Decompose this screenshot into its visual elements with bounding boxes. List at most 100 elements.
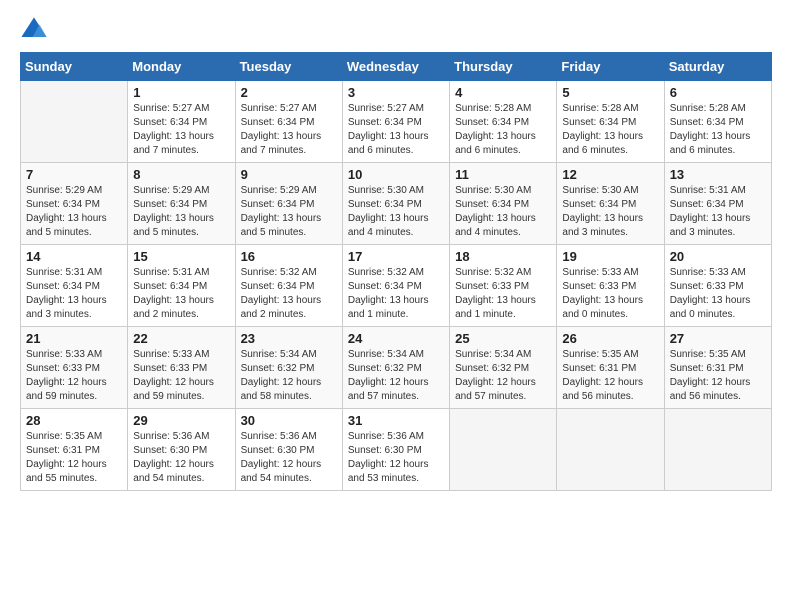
day-number: 31 — [348, 413, 444, 428]
calendar-cell: 12 Sunrise: 5:30 AMSunset: 6:34 PMDayligh… — [557, 163, 664, 245]
calendar-cell: 16 Sunrise: 5:32 AMSunset: 6:34 PMDayligh… — [235, 245, 342, 327]
calendar-cell: 30 Sunrise: 5:36 AMSunset: 6:30 PMDayligh… — [235, 409, 342, 491]
calendar-cell — [664, 409, 771, 491]
day-number: 25 — [455, 331, 551, 346]
day-info: Sunrise: 5:27 AMSunset: 6:34 PMDaylight:… — [348, 102, 444, 158]
calendar-week-row: 14 Sunrise: 5:31 AMSunset: 6:34 PMDayligh… — [21, 245, 772, 327]
day-info: Sunrise: 5:28 AMSunset: 6:34 PMDaylight:… — [670, 102, 766, 158]
day-info: Sunrise: 5:36 AMSunset: 6:30 PMDaylight:… — [348, 430, 444, 486]
day-number: 7 — [26, 167, 122, 182]
weekday-header-row: SundayMondayTuesdayWednesdayThursdayFrid… — [21, 53, 772, 81]
day-info: Sunrise: 5:36 AMSunset: 6:30 PMDaylight:… — [133, 430, 229, 486]
day-info: Sunrise: 5:28 AMSunset: 6:34 PMDaylight:… — [455, 102, 551, 158]
day-info: Sunrise: 5:34 AMSunset: 6:32 PMDaylight:… — [455, 348, 551, 404]
day-number: 13 — [670, 167, 766, 182]
calendar-cell: 22Sunrise: 5:33 AMSunset: 6:33 PMDayligh… — [128, 327, 235, 409]
calendar-cell: 5 Sunrise: 5:28 AMSunset: 6:34 PMDaylight… — [557, 81, 664, 163]
calendar-cell: 4Sunrise: 5:28 AMSunset: 6:34 PMDaylight… — [450, 81, 557, 163]
day-info: Sunrise: 5:32 AMSunset: 6:34 PMDaylight:… — [241, 266, 337, 322]
day-number: 17 — [348, 249, 444, 264]
day-number: 14 — [26, 249, 122, 264]
day-info: Sunrise: 5:33 AMSunset: 6:33 PMDaylight:… — [26, 348, 122, 404]
day-info: Sunrise: 5:29 AMSunset: 6:34 PMDaylight:… — [133, 184, 229, 240]
day-number: 1 — [133, 85, 229, 100]
day-info: Sunrise: 5:29 AMSunset: 6:34 PMDaylight:… — [241, 184, 337, 240]
day-number: 10 — [348, 167, 444, 182]
calendar-cell: 19 Sunrise: 5:33 AMSunset: 6:33 PMDayligh… — [557, 245, 664, 327]
day-number: 8 — [133, 167, 229, 182]
day-info: Sunrise: 5:33 AMSunset: 6:33 PMDaylight:… — [133, 348, 229, 404]
calendar-cell: 6 Sunrise: 5:28 AMSunset: 6:34 PMDaylight… — [664, 81, 771, 163]
calendar-cell: 11 Sunrise: 5:30 AMSunset: 6:34 PMDayligh… — [450, 163, 557, 245]
weekday-header-thursday: Thursday — [450, 53, 557, 81]
day-info: Sunrise: 5:32 AMSunset: 6:34 PMDaylight:… — [348, 266, 444, 322]
day-number: 11 — [455, 167, 551, 182]
day-number: 9 — [241, 167, 337, 182]
day-info: Sunrise: 5:31 AMSunset: 6:34 PMDaylight:… — [670, 184, 766, 240]
weekday-header-wednesday: Wednesday — [342, 53, 449, 81]
day-info: Sunrise: 5:28 AMSunset: 6:34 PMDaylight:… — [562, 102, 658, 158]
calendar-cell: 3 Sunrise: 5:27 AMSunset: 6:34 PMDaylight… — [342, 81, 449, 163]
day-info: Sunrise: 5:35 AMSunset: 6:31 PMDaylight:… — [26, 430, 122, 486]
day-info: Sunrise: 5:36 AMSunset: 6:30 PMDaylight:… — [241, 430, 337, 486]
calendar-week-row: 21 Sunrise: 5:33 AMSunset: 6:33 PMDayligh… — [21, 327, 772, 409]
day-number: 30 — [241, 413, 337, 428]
day-number: 18 — [455, 249, 551, 264]
calendar-cell: 26 Sunrise: 5:35 AMSunset: 6:31 PMDayligh… — [557, 327, 664, 409]
day-info: Sunrise: 5:34 AMSunset: 6:32 PMDaylight:… — [241, 348, 337, 404]
day-number: 19 — [562, 249, 658, 264]
day-info: Sunrise: 5:35 AMSunset: 6:31 PMDaylight:… — [562, 348, 658, 404]
calendar-cell: 27 Sunrise: 5:35 AMSunset: 6:31 PMDayligh… — [664, 327, 771, 409]
calendar-week-row: 28Sunrise: 5:35 AMSunset: 6:31 PMDayligh… — [21, 409, 772, 491]
day-number: 26 — [562, 331, 658, 346]
calendar-cell: 25 Sunrise: 5:34 AMSunset: 6:32 PMDayligh… — [450, 327, 557, 409]
calendar-cell — [21, 81, 128, 163]
day-number: 3 — [348, 85, 444, 100]
calendar-cell — [557, 409, 664, 491]
weekday-header-saturday: Saturday — [664, 53, 771, 81]
calendar-week-row: 7 Sunrise: 5:29 AMSunset: 6:34 PMDaylight… — [21, 163, 772, 245]
day-info: Sunrise: 5:31 AMSunset: 6:34 PMDaylight:… — [26, 266, 122, 322]
day-number: 6 — [670, 85, 766, 100]
header — [20, 16, 772, 44]
weekday-header-friday: Friday — [557, 53, 664, 81]
day-number: 5 — [562, 85, 658, 100]
day-info: Sunrise: 5:29 AMSunset: 6:34 PMDaylight:… — [26, 184, 122, 240]
day-info: Sunrise: 5:27 AMSunset: 6:34 PMDaylight:… — [241, 102, 337, 158]
day-number: 24 — [348, 331, 444, 346]
calendar-cell: 7 Sunrise: 5:29 AMSunset: 6:34 PMDaylight… — [21, 163, 128, 245]
day-number: 2 — [241, 85, 337, 100]
calendar-cell: 29 Sunrise: 5:36 AMSunset: 6:30 PMDayligh… — [128, 409, 235, 491]
logo-icon — [20, 16, 48, 44]
day-info: Sunrise: 5:30 AMSunset: 6:34 PMDaylight:… — [455, 184, 551, 240]
calendar-cell: 18Sunrise: 5:32 AMSunset: 6:33 PMDayligh… — [450, 245, 557, 327]
calendar-cell — [450, 409, 557, 491]
calendar-cell: 20Sunrise: 5:33 AMSunset: 6:33 PMDayligh… — [664, 245, 771, 327]
calendar-cell: 31 Sunrise: 5:36 AMSunset: 6:30 PMDayligh… — [342, 409, 449, 491]
weekday-header-sunday: Sunday — [21, 53, 128, 81]
day-info: Sunrise: 5:35 AMSunset: 6:31 PMDaylight:… — [670, 348, 766, 404]
day-number: 27 — [670, 331, 766, 346]
calendar-cell: 21 Sunrise: 5:33 AMSunset: 6:33 PMDayligh… — [21, 327, 128, 409]
calendar-cell: 14 Sunrise: 5:31 AMSunset: 6:34 PMDayligh… — [21, 245, 128, 327]
day-info: Sunrise: 5:34 AMSunset: 6:32 PMDaylight:… — [348, 348, 444, 404]
calendar-cell: 1 Sunrise: 5:27 AMSunset: 6:34 PMDaylight… — [128, 81, 235, 163]
calendar-cell: 24 Sunrise: 5:34 AMSunset: 6:32 PMDayligh… — [342, 327, 449, 409]
day-info: Sunrise: 5:27 AMSunset: 6:34 PMDaylight:… — [133, 102, 229, 158]
day-number: 21 — [26, 331, 122, 346]
day-number: 12 — [562, 167, 658, 182]
calendar-cell: 8 Sunrise: 5:29 AMSunset: 6:34 PMDaylight… — [128, 163, 235, 245]
day-info: Sunrise: 5:30 AMSunset: 6:34 PMDaylight:… — [348, 184, 444, 240]
day-info: Sunrise: 5:33 AMSunset: 6:33 PMDaylight:… — [562, 266, 658, 322]
calendar-table: SundayMondayTuesdayWednesdayThursdayFrid… — [20, 52, 772, 491]
calendar-cell: 28Sunrise: 5:35 AMSunset: 6:31 PMDayligh… — [21, 409, 128, 491]
calendar-cell: 17 Sunrise: 5:32 AMSunset: 6:34 PMDayligh… — [342, 245, 449, 327]
calendar-cell: 23 Sunrise: 5:34 AMSunset: 6:32 PMDayligh… — [235, 327, 342, 409]
day-info: Sunrise: 5:30 AMSunset: 6:34 PMDaylight:… — [562, 184, 658, 240]
calendar-cell: 2 Sunrise: 5:27 AMSunset: 6:34 PMDaylight… — [235, 81, 342, 163]
day-number: 29 — [133, 413, 229, 428]
day-number: 23 — [241, 331, 337, 346]
day-number: 16 — [241, 249, 337, 264]
calendar-cell: 10 Sunrise: 5:30 AMSunset: 6:34 PMDayligh… — [342, 163, 449, 245]
day-number: 15 — [133, 249, 229, 264]
